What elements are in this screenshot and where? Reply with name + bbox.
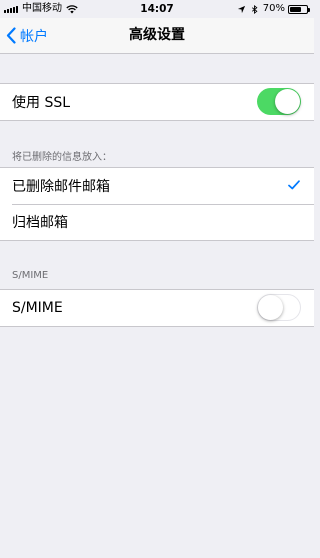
toggle-knob <box>275 89 300 114</box>
status-bar: 中国移动 14:07 70% <box>0 0 314 18</box>
deleted-mailbox-label: 已删除邮件邮箱 <box>12 179 110 195</box>
smime-header: S/MIME <box>12 270 49 281</box>
navigation-bar: 帐户 高级设置 <box>0 18 314 54</box>
bluetooth-icon <box>251 4 258 14</box>
ssl-row: 使用 SSL <box>0 84 314 120</box>
archive-mailbox-option[interactable]: 归档邮箱 <box>0 204 314 240</box>
smime-group: S/MIME <box>0 289 314 327</box>
location-arrow-icon <box>237 5 245 13</box>
ssl-group: 使用 SSL <box>0 83 314 121</box>
deleted-mailbox-option[interactable]: 已删除邮件邮箱 <box>0 168 314 204</box>
page-title: 高级设置 <box>129 27 185 43</box>
status-right: 70% <box>233 0 310 18</box>
deleted-messages-header: 将已删除的信息放入： <box>12 152 112 163</box>
smime-row: S/MIME <box>0 290 314 326</box>
ssl-label: 使用 SSL <box>12 95 71 111</box>
toggle-knob <box>258 295 283 320</box>
battery-icon <box>288 4 310 14</box>
smime-toggle[interactable] <box>257 294 301 321</box>
ssl-toggle[interactable] <box>257 88 301 115</box>
checkmark-icon <box>288 180 300 190</box>
battery-percent: 70% <box>262 3 285 14</box>
archive-mailbox-label: 归档邮箱 <box>12 215 68 231</box>
smime-label: S/MIME <box>12 300 63 316</box>
deleted-messages-group: 已删除邮件邮箱 归档邮箱 <box>0 167 314 241</box>
